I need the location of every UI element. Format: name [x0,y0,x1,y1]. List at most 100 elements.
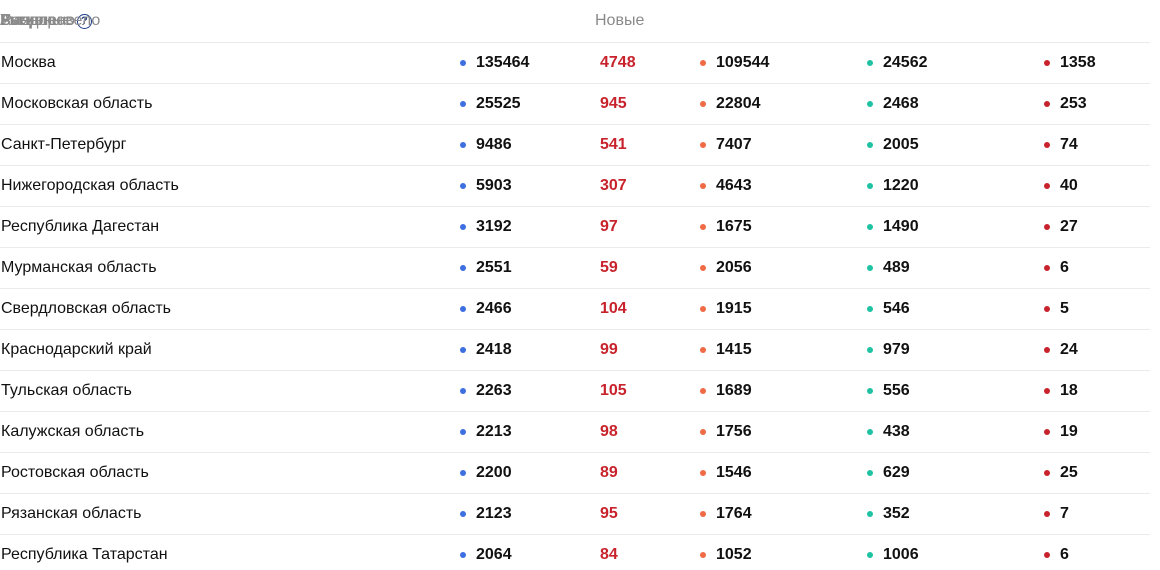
detected-cell-dot-icon [460,306,466,312]
active-cell-dot-icon [700,511,706,517]
detected-cell: 2123 [460,494,512,534]
detected-cell-value: 135464 [476,54,530,71]
detected-cell-dot-icon [460,142,466,148]
new-cell: 307 [600,166,627,206]
region-name-value: Мурманская область [1,259,157,276]
detected-cell-dot-icon [460,183,466,189]
new-cell-value: 105 [600,382,627,399]
recovered-cell: 546 [867,289,910,329]
died-cell: 1358 [1044,43,1096,83]
new-cell-value: 307 [600,177,627,194]
died-cell-dot-icon [1044,142,1050,148]
detected-cell-value: 2123 [476,505,512,522]
recovered-cell-value: 556 [883,382,910,399]
died-cell: 25 [1044,453,1078,493]
new-cell-value: 84 [600,546,618,563]
died-cell: 6 [1044,248,1069,288]
recovered-cell-value: 489 [883,259,910,276]
new-cell-value: 945 [600,95,627,112]
detected-cell: 2418 [460,330,512,370]
died-cell: 24 [1044,330,1078,370]
detected-cell-value: 2213 [476,423,512,440]
died-cell-dot-icon [1044,552,1050,558]
detected-cell-dot-icon [460,388,466,394]
died-cell-dot-icon [1044,224,1050,230]
detected-cell-dot-icon [460,552,466,558]
died-cell-dot-icon [1044,60,1050,66]
recovered-cell-dot-icon [867,183,873,189]
active-cell-value: 1689 [716,382,752,399]
active-cell-value: 1764 [716,505,752,522]
detected-cell-dot-icon [460,429,466,435]
active-cell-dot-icon [700,224,706,230]
detected-cell-value: 2418 [476,341,512,358]
detected-cell-value: 25525 [476,95,521,112]
recovered-cell: 352 [867,494,910,534]
region-name-value: Ростовская область [1,464,149,481]
detected-cell: 2213 [460,412,512,452]
died-cell: 74 [1044,125,1078,165]
died-cell-dot-icon [1044,388,1050,394]
died-cell-dot-icon [1044,470,1050,476]
new-cell: 945 [600,84,627,124]
new-cell: 84 [600,535,618,570]
detected-cell-dot-icon [460,511,466,517]
died-cell-value: 6 [1060,546,1069,563]
table-row: Республика Дагестан 3192 97 1675 1490 27 [0,207,1150,248]
active-cell-value: 109544 [716,54,770,71]
new-cell: 89 [600,453,618,493]
died-cell-value: 6 [1060,259,1069,276]
died-cell: 6 [1044,535,1069,570]
new-cell: 95 [600,494,618,534]
died-cell: 18 [1044,371,1078,411]
detected-cell-dot-icon [460,265,466,271]
new-cell-value: 59 [600,259,618,276]
detected-cell: 2551 [460,248,512,288]
region-name: Тульская область [1,371,132,411]
active-cell-value: 1052 [716,546,752,563]
active-cell-dot-icon [700,347,706,353]
new-cell: 105 [600,371,627,411]
recovered-cell: 2468 [867,84,919,124]
recovered-cell-dot-icon [867,306,873,312]
detected-cell-value: 3192 [476,218,512,235]
recovered-cell: 489 [867,248,910,288]
region-name: Ростовская область [1,453,149,493]
active-cell: 1675 [700,207,752,247]
active-cell: 7407 [700,125,752,165]
detected-cell-value: 5903 [476,177,512,194]
died-cell: 7 [1044,494,1069,534]
died-cell-value: 253 [1060,95,1087,112]
recovered-cell-dot-icon [867,388,873,394]
region-name-value: Краснодарский край [1,341,152,358]
recovered-cell-dot-icon [867,142,873,148]
active-cell-dot-icon [700,60,706,66]
died-cell-value: 74 [1060,136,1078,153]
died-cell-value: 1358 [1060,54,1096,71]
recovered-cell: 1220 [867,166,919,206]
recovered-cell: 979 [867,330,910,370]
detected-cell-value: 9486 [476,136,512,153]
died-cell-value: 5 [1060,300,1069,317]
active-cell: 1415 [700,330,752,370]
active-cell: 1689 [700,371,752,411]
region-name-value: Москва [1,54,56,71]
region-name: Республика Дагестан [1,207,159,247]
recovered-cell-dot-icon [867,265,873,271]
died-cell-dot-icon [1044,511,1050,517]
new-cell-value: 99 [600,341,618,358]
active-cell: 1546 [700,453,752,493]
region-name: Московская область [1,84,152,124]
table-header-row: Регион Выявлено Новые Активные ? Выздоро… [0,0,1150,43]
header-new[interactable]: Новые [595,0,644,42]
active-cell: 1756 [700,412,752,452]
recovered-cell-value: 2468 [883,95,919,112]
recovered-cell: 1006 [867,535,919,570]
header-died[interactable]: Умерло [0,0,56,42]
recovered-cell-value: 24562 [883,54,928,71]
active-cell-value: 7407 [716,136,752,153]
died-cell: 5 [1044,289,1069,329]
region-name-value: Тульская область [1,382,132,399]
recovered-cell-dot-icon [867,347,873,353]
died-cell-dot-icon [1044,265,1050,271]
